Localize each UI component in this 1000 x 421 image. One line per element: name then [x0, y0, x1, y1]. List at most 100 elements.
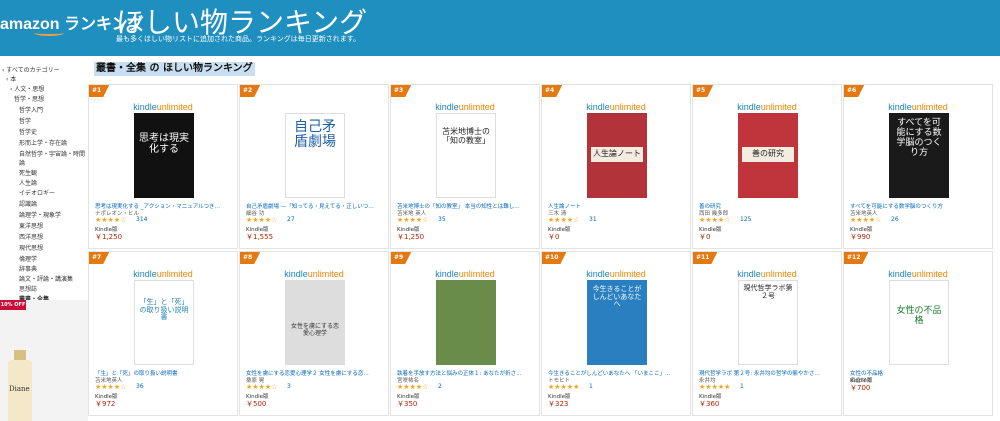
category-item[interactable]: 認識論 — [19, 200, 37, 209]
rank-badge: #9 — [391, 252, 411, 264]
category-item[interactable]: 哲学入門 — [19, 106, 43, 115]
rating-stars-icon[interactable]: ★★★★☆ — [850, 216, 881, 224]
product-card[interactable]: #7 kindleunlimited 「生」と「死」の取り扱い説明書 「生」と「死」の… — [88, 251, 238, 416]
book-cover-image[interactable]: 自己矛盾劇場 — [285, 113, 345, 198]
book-cover-image[interactable]: すべてを可能にする数学脳のつくり方 — [889, 113, 949, 198]
product-card[interactable]: #6 kindleunlimited すべてを可能にする数学脳のつくり方 すべてを可能… — [843, 84, 993, 249]
product-price: ￥990 — [850, 233, 871, 241]
category-item[interactable]: 辞事典 — [19, 265, 37, 274]
book-cover-image[interactable]: 現代哲学ラボ第２号 — [738, 280, 798, 365]
kindle-label: kindle — [284, 269, 308, 279]
review-count-link[interactable]: 125 — [740, 216, 751, 223]
kindle-label: kindle — [737, 102, 761, 112]
book-cover-image[interactable]: 苫米地博士の「知の教室」 — [436, 113, 496, 198]
product-title-link[interactable]: 自己矛盾劇場 ―「知ってる・見えてる・正しいつ… — [246, 202, 386, 210]
category-philosophy[interactable]: 哲学・思想 — [14, 95, 44, 104]
kindle-unlimited-logo: kindleunlimited — [240, 269, 388, 279]
product-price: ￥0 — [548, 233, 560, 241]
unlimited-label: unlimited — [156, 269, 193, 279]
product-title-link[interactable]: 現代哲学ラボ 第２号: 永井均の哲学の賑やかさ… — [699, 369, 839, 377]
rating-stars-icon[interactable]: ★★★★★ — [548, 383, 579, 391]
rating-stars-icon[interactable]: ★★★★★ — [699, 383, 730, 391]
product-card[interactable]: #9 kindleunlimited 執着を手放す方法と悩みの正体１: あなたが折さ… — [390, 251, 540, 416]
product-bottle-cap — [14, 350, 26, 360]
rating-stars-icon[interactable]: ★★★★☆ — [397, 383, 428, 391]
cover-text: 今生きることがしんどいあなたへ — [592, 285, 642, 309]
product-card[interactable]: #11 kindleunlimited 現代哲学ラボ第２号 現代哲学ラボ 第２号: 永… — [692, 251, 842, 416]
category-item[interactable]: 現代思想 — [19, 244, 43, 253]
kindle-unlimited-logo: kindleunlimited — [693, 102, 841, 112]
rating-stars-icon[interactable]: ★★★★☆ — [397, 216, 428, 224]
review-count-link[interactable]: 1 — [740, 383, 744, 390]
rating-stars-icon[interactable]: ★★★★☆ — [699, 216, 730, 224]
review-count-link[interactable]: 31 — [589, 216, 597, 223]
category-item[interactable]: 哲学 — [19, 117, 31, 126]
category-item[interactable]: 哲学史 — [19, 128, 37, 137]
kindle-unlimited-logo: kindleunlimited — [542, 269, 690, 279]
rating-stars-icon[interactable]: ★★★★☆ — [548, 216, 579, 224]
category-item[interactable]: 形而上学・存在論 — [19, 139, 67, 148]
kindle-label: kindle — [586, 269, 610, 279]
category-item[interactable]: 死生観 — [19, 169, 37, 178]
kindle-unlimited-logo: kindleunlimited — [89, 269, 237, 279]
category-item[interactable]: 東洋思想 — [19, 222, 43, 231]
product-card[interactable]: #10 kindleunlimited 今生きることがしんどいあなたへ 今生きることが… — [541, 251, 691, 416]
product-card[interactable]: #1 kindleunlimited 思考は現実化する 思考は現実化する _アクション… — [88, 84, 238, 249]
review-count-link[interactable]: 35 — [438, 216, 446, 223]
review-count-link[interactable]: 1 — [589, 383, 593, 390]
category-item[interactable]: 思想誌 — [19, 285, 37, 294]
book-cover-image[interactable]: 思考は現実化する — [134, 113, 194, 198]
review-count-link[interactable]: 36 — [136, 383, 144, 390]
product-card[interactable]: #2 自己矛盾劇場 自己矛盾劇場 ―「知ってる・見えてる・正しいつ… 細谷 功 ★★★★… — [239, 84, 389, 249]
book-cover-image[interactable]: 女性の不品格 — [889, 280, 949, 365]
category-humanities[interactable]: ‹ 人文・思想 — [10, 85, 44, 94]
category-item[interactable]: 論理学・現象学 — [19, 211, 61, 220]
product-card[interactable]: #5 kindleunlimited 善の研究 善の研究 西田 幾多郎 ★★★★☆ 125 K… — [692, 84, 842, 249]
cover-text: 苫米地博士の「知の教室」 — [442, 127, 490, 145]
category-all[interactable]: ‹ すべてのカテゴリー — [2, 66, 60, 75]
product-card[interactable]: #8 kindleunlimited 女性を虜にする恋愛心理学 女性を虜にする恋愛心理… — [239, 251, 389, 416]
product-card[interactable]: #4 kindleunlimited 人生論ノート 人生論ノート 三木 清 ★★★★☆ 31… — [541, 84, 691, 249]
rating-stars-icon[interactable]: ★★★★☆ — [246, 216, 277, 224]
category-item[interactable]: イデオロギー — [19, 189, 55, 198]
product-card[interactable]: #12 kindleunlimited 女性の不品格 女性の不品格 名倉マミ Kindle… — [843, 251, 993, 416]
product-price: ￥0 — [699, 233, 711, 241]
product-price: ￥1,555 — [246, 233, 274, 241]
product-price: ￥1,250 — [397, 233, 425, 241]
category-books[interactable]: ‹ 本 — [6, 75, 16, 84]
book-cover-image[interactable]: 善の研究 — [738, 113, 798, 198]
product-title-link[interactable]: 女性を虜にする恋愛心理学２ 女性を虜にする恋… — [246, 369, 386, 377]
category-item[interactable]: 自然哲学・宇宙論・時間論 — [19, 150, 87, 168]
product-price: ￥1,250 — [95, 233, 123, 241]
category-item[interactable]: 人生論 — [19, 179, 37, 188]
book-cover-image[interactable]: 女性を虜にする恋愛心理学 — [285, 280, 345, 365]
kindle-label: kindle — [133, 102, 157, 112]
category-item[interactable]: 西洋思想 — [19, 233, 43, 242]
cover-text: 人生論ノート — [591, 147, 643, 162]
review-count-link[interactable]: 314 — [136, 216, 147, 223]
unlimited-label: unlimited — [307, 269, 344, 279]
book-cover-image[interactable]: 今生きることがしんどいあなたへ — [587, 280, 647, 365]
unlimited-label: unlimited — [911, 102, 948, 112]
unlimited-label: unlimited — [609, 269, 646, 279]
rating-stars-icon[interactable]: ★★★★☆ — [95, 216, 126, 224]
category-item[interactable]: 倫理学 — [19, 255, 37, 264]
review-count-link[interactable]: 2 — [438, 383, 442, 390]
kindle-unlimited-logo: kindleunlimited — [542, 102, 690, 112]
book-cover-image[interactable] — [436, 280, 496, 365]
kindle-unlimited-logo: kindleunlimited — [391, 102, 539, 112]
review-count-link[interactable]: 27 — [287, 216, 295, 223]
rating-stars-icon[interactable]: ★★★★☆ — [95, 383, 126, 391]
kindle-unlimited-logo: kindleunlimited — [844, 269, 992, 279]
product-price: ￥700 — [850, 384, 871, 392]
book-cover-image[interactable]: 「生」と「死」の取り扱い説明書 — [134, 280, 194, 365]
review-count-link[interactable]: 3 — [287, 383, 291, 390]
promo-ad[interactable]: 10% OFF Diane — [0, 300, 88, 421]
product-card[interactable]: #3 kindleunlimited 苫米地博士の「知の教室」 苫米地博士の「知の教室… — [390, 84, 540, 249]
rating-stars-icon[interactable]: ★★★★☆ — [246, 383, 277, 391]
product-title-link[interactable]: 人生論ノート — [548, 202, 688, 210]
book-cover-image[interactable]: 人生論ノート — [587, 113, 647, 198]
review-count-link[interactable]: 26 — [891, 216, 899, 223]
kindle-unlimited-logo: kindleunlimited — [89, 102, 237, 112]
category-item[interactable]: 論文・評論・講演集 — [19, 275, 73, 284]
